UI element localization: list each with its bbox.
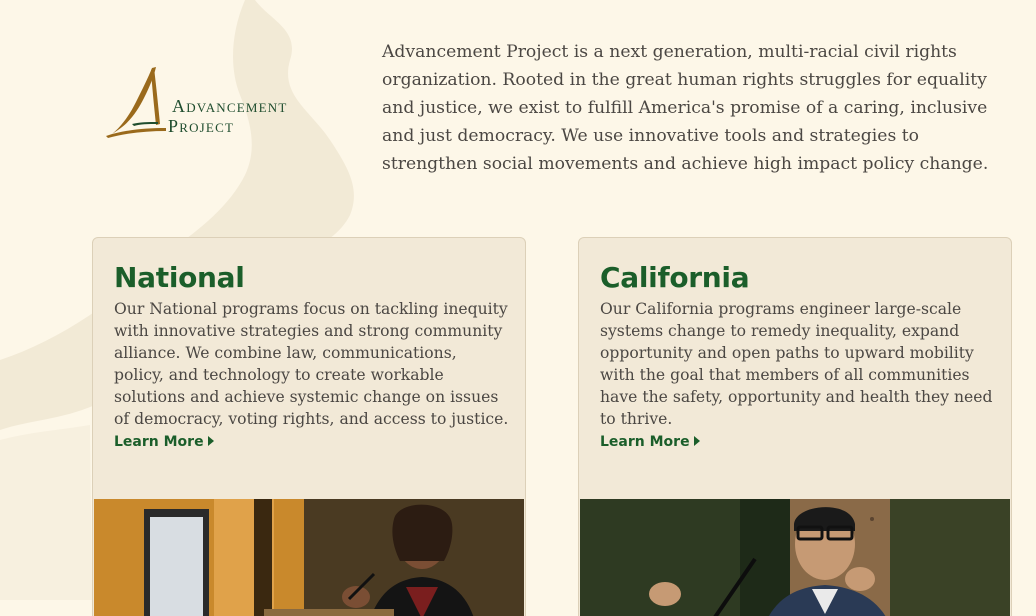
national-photo[interactable] <box>94 499 524 616</box>
card-title[interactable]: California <box>600 262 750 294</box>
learn-more-link[interactable]: Learn More <box>600 432 700 452</box>
logo-text: Advancement Project <box>168 96 288 136</box>
logo-line-1: Advancement <box>172 96 288 116</box>
card-description: Our National programs focus on tackling … <box>114 300 509 428</box>
card-body: Our National programs focus on tackling … <box>114 298 509 452</box>
speaker-photo-image <box>94 499 524 616</box>
card-title[interactable]: National <box>114 262 245 294</box>
caret-right-icon <box>693 436 700 446</box>
learn-more-link[interactable]: Learn More <box>114 432 214 452</box>
california-photo[interactable] <box>580 499 1010 616</box>
intro-paragraph: Advancement Project is a next generation… <box>382 42 989 174</box>
learn-more-label: Learn More <box>114 434 204 450</box>
card-body: Our California programs engineer large-s… <box>600 298 995 452</box>
caret-right-icon <box>207 436 214 446</box>
advancement-project-logo[interactable]: Advancement Project <box>104 64 344 144</box>
logo-line-2: Project <box>168 116 235 136</box>
logo-mark-icon <box>106 67 166 138</box>
learn-more-label: Learn More <box>600 434 690 450</box>
card-california: California Our California programs engin… <box>578 237 1012 616</box>
speaker-photo-image <box>580 499 1010 616</box>
card-national: National Our National programs focus on … <box>92 237 526 616</box>
card-description: Our California programs engineer large-s… <box>600 300 993 428</box>
page: Advancement Project Advancement Project … <box>0 0 1036 616</box>
